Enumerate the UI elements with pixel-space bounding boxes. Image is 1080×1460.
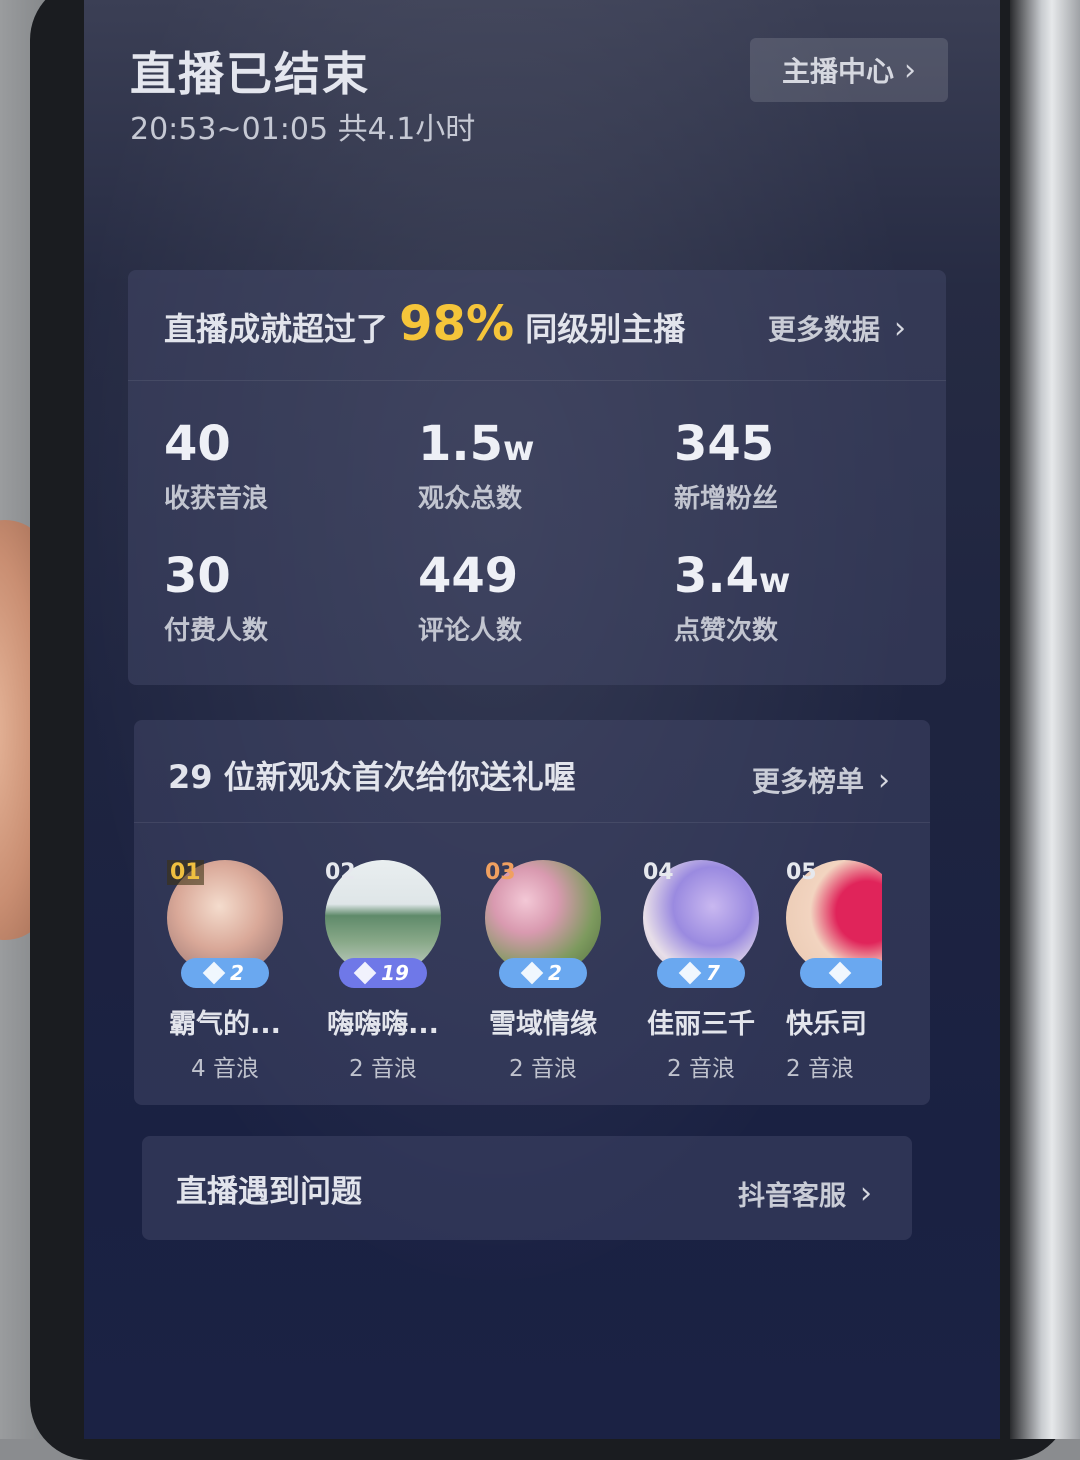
level-badge: 7 xyxy=(657,958,745,988)
viewer-name: 嗨嗨嗨... xyxy=(308,1002,458,1041)
rank-number: 01 xyxy=(167,860,204,885)
stat-unit: w xyxy=(759,561,790,601)
viewer-item[interactable]: 01 2 霸气的... 4 音浪 xyxy=(150,860,300,1083)
more-data-label: 更多数据 xyxy=(768,308,880,348)
rank-number: 03 xyxy=(485,860,516,885)
more-list-link[interactable]: 更多榜单 › xyxy=(752,760,890,800)
level-value: 7 xyxy=(706,961,720,985)
achievement-prefix: 直播成就超过了 xyxy=(164,310,388,348)
diamond-icon xyxy=(203,962,226,985)
level-value: 19 xyxy=(381,961,409,985)
diamond-icon xyxy=(679,962,702,985)
gift-viewers-title: 29 位新观众首次给你送礼喔 xyxy=(168,752,576,798)
diamond-icon xyxy=(354,962,377,985)
stat-value: 345 xyxy=(674,416,774,472)
stat-item: 449 评论人数 xyxy=(418,552,522,647)
stat-label: 收获音浪 xyxy=(164,478,268,515)
viewer-points: 4 音浪 xyxy=(150,1049,300,1083)
anchor-center-button[interactable]: 主播中心 › xyxy=(750,38,948,102)
stats-card-header: 直播成就超过了 98% 同级别主播 更多数据 › xyxy=(128,270,946,381)
stat-value: 1.5 xyxy=(418,416,503,472)
stat-value: 449 xyxy=(418,548,518,604)
live-duration: 20:53~01:05 共4.1小时 xyxy=(130,104,475,148)
level-badge: 2 xyxy=(499,958,587,988)
stat-item: 1.5w 观众总数 xyxy=(418,420,534,515)
screen: 直播已结束 20:53~01:05 共4.1小时 主播中心 › 直播成就超过了 … xyxy=(84,0,1000,1439)
achievement-text: 直播成就超过了 98% 同级别主播 xyxy=(164,296,685,352)
phone-edge xyxy=(1010,0,1080,1439)
viewer-points: 2 音浪 xyxy=(626,1049,776,1083)
live-problem-label: 直播遇到问题 xyxy=(176,1166,362,1211)
stat-item: 3.4w 点赞次数 xyxy=(674,552,790,647)
page-title: 直播已结束 xyxy=(130,38,370,104)
stat-label: 付费人数 xyxy=(164,610,268,647)
stat-item: 40 收获音浪 xyxy=(164,420,268,515)
viewer-points: 2 音浪 xyxy=(308,1049,458,1083)
stat-label: 观众总数 xyxy=(418,478,534,515)
stat-label: 点赞次数 xyxy=(674,610,790,647)
stat-label: 评论人数 xyxy=(418,610,522,647)
rank-number: 05 xyxy=(786,860,817,885)
viewer-item[interactable]: 02 19 嗨嗨嗨... 2 音浪 xyxy=(308,860,458,1083)
gift-viewers-card: 29 位新观众首次给你送礼喔 更多榜单 › 01 2 霸气的... 4 音浪 0… xyxy=(134,720,930,1105)
viewer-name: 快乐司 xyxy=(786,1002,882,1041)
viewer-points: 2 音浪 xyxy=(468,1049,618,1083)
achievement-percent: 98% xyxy=(399,296,514,352)
level-badge: 19 xyxy=(339,958,427,988)
more-data-link[interactable]: 更多数据 › xyxy=(768,308,906,348)
diamond-icon xyxy=(521,962,544,985)
viewer-item[interactable]: 04 7 佳丽三千 2 音浪 xyxy=(626,860,776,1083)
viewer-item[interactable]: 05 快乐司 2 音浪 xyxy=(786,860,882,1083)
anchor-center-label: 主播中心 xyxy=(782,50,894,90)
stat-value: 40 xyxy=(164,416,231,472)
chevron-right-icon: › xyxy=(894,311,906,346)
chevron-right-icon: › xyxy=(904,53,916,88)
level-badge xyxy=(800,958,882,988)
viewer-name: 雪域情缘 xyxy=(468,1002,618,1041)
stats-card: 直播成就超过了 98% 同级别主播 更多数据 › 40 收获音浪 1.5w 观众… xyxy=(128,270,946,685)
rank-number: 04 xyxy=(643,860,674,885)
chevron-right-icon: › xyxy=(860,1176,872,1211)
stat-value: 3.4 xyxy=(674,548,759,604)
level-value: 2 xyxy=(230,961,244,985)
more-list-label: 更多榜单 xyxy=(752,760,864,800)
customer-service-link[interactable]: 抖音客服 › xyxy=(738,1174,872,1213)
viewer-points: 2 音浪 xyxy=(786,1049,882,1083)
viewer-name: 佳丽三千 xyxy=(626,1002,776,1041)
stat-item: 30 付费人数 xyxy=(164,552,268,647)
stat-label: 新增粉丝 xyxy=(674,478,778,515)
support-card[interactable]: 直播遇到问题 抖音客服 › xyxy=(142,1136,912,1240)
chevron-right-icon: › xyxy=(878,763,890,798)
gift-card-header: 29 位新观众首次给你送礼喔 更多榜单 › xyxy=(134,720,930,823)
stat-value: 30 xyxy=(164,548,231,604)
level-value: 2 xyxy=(548,961,562,985)
customer-service-label: 抖音客服 xyxy=(738,1174,846,1213)
stat-item: 345 新增粉丝 xyxy=(674,420,778,515)
diamond-icon xyxy=(829,962,852,985)
level-badge: 2 xyxy=(181,958,269,988)
stat-unit: w xyxy=(503,429,534,469)
rank-number: 02 xyxy=(325,860,356,885)
viewer-name: 霸气的... xyxy=(150,1002,300,1041)
viewer-item[interactable]: 03 2 雪域情缘 2 音浪 xyxy=(468,860,618,1083)
achievement-suffix: 同级别主播 xyxy=(525,310,685,348)
